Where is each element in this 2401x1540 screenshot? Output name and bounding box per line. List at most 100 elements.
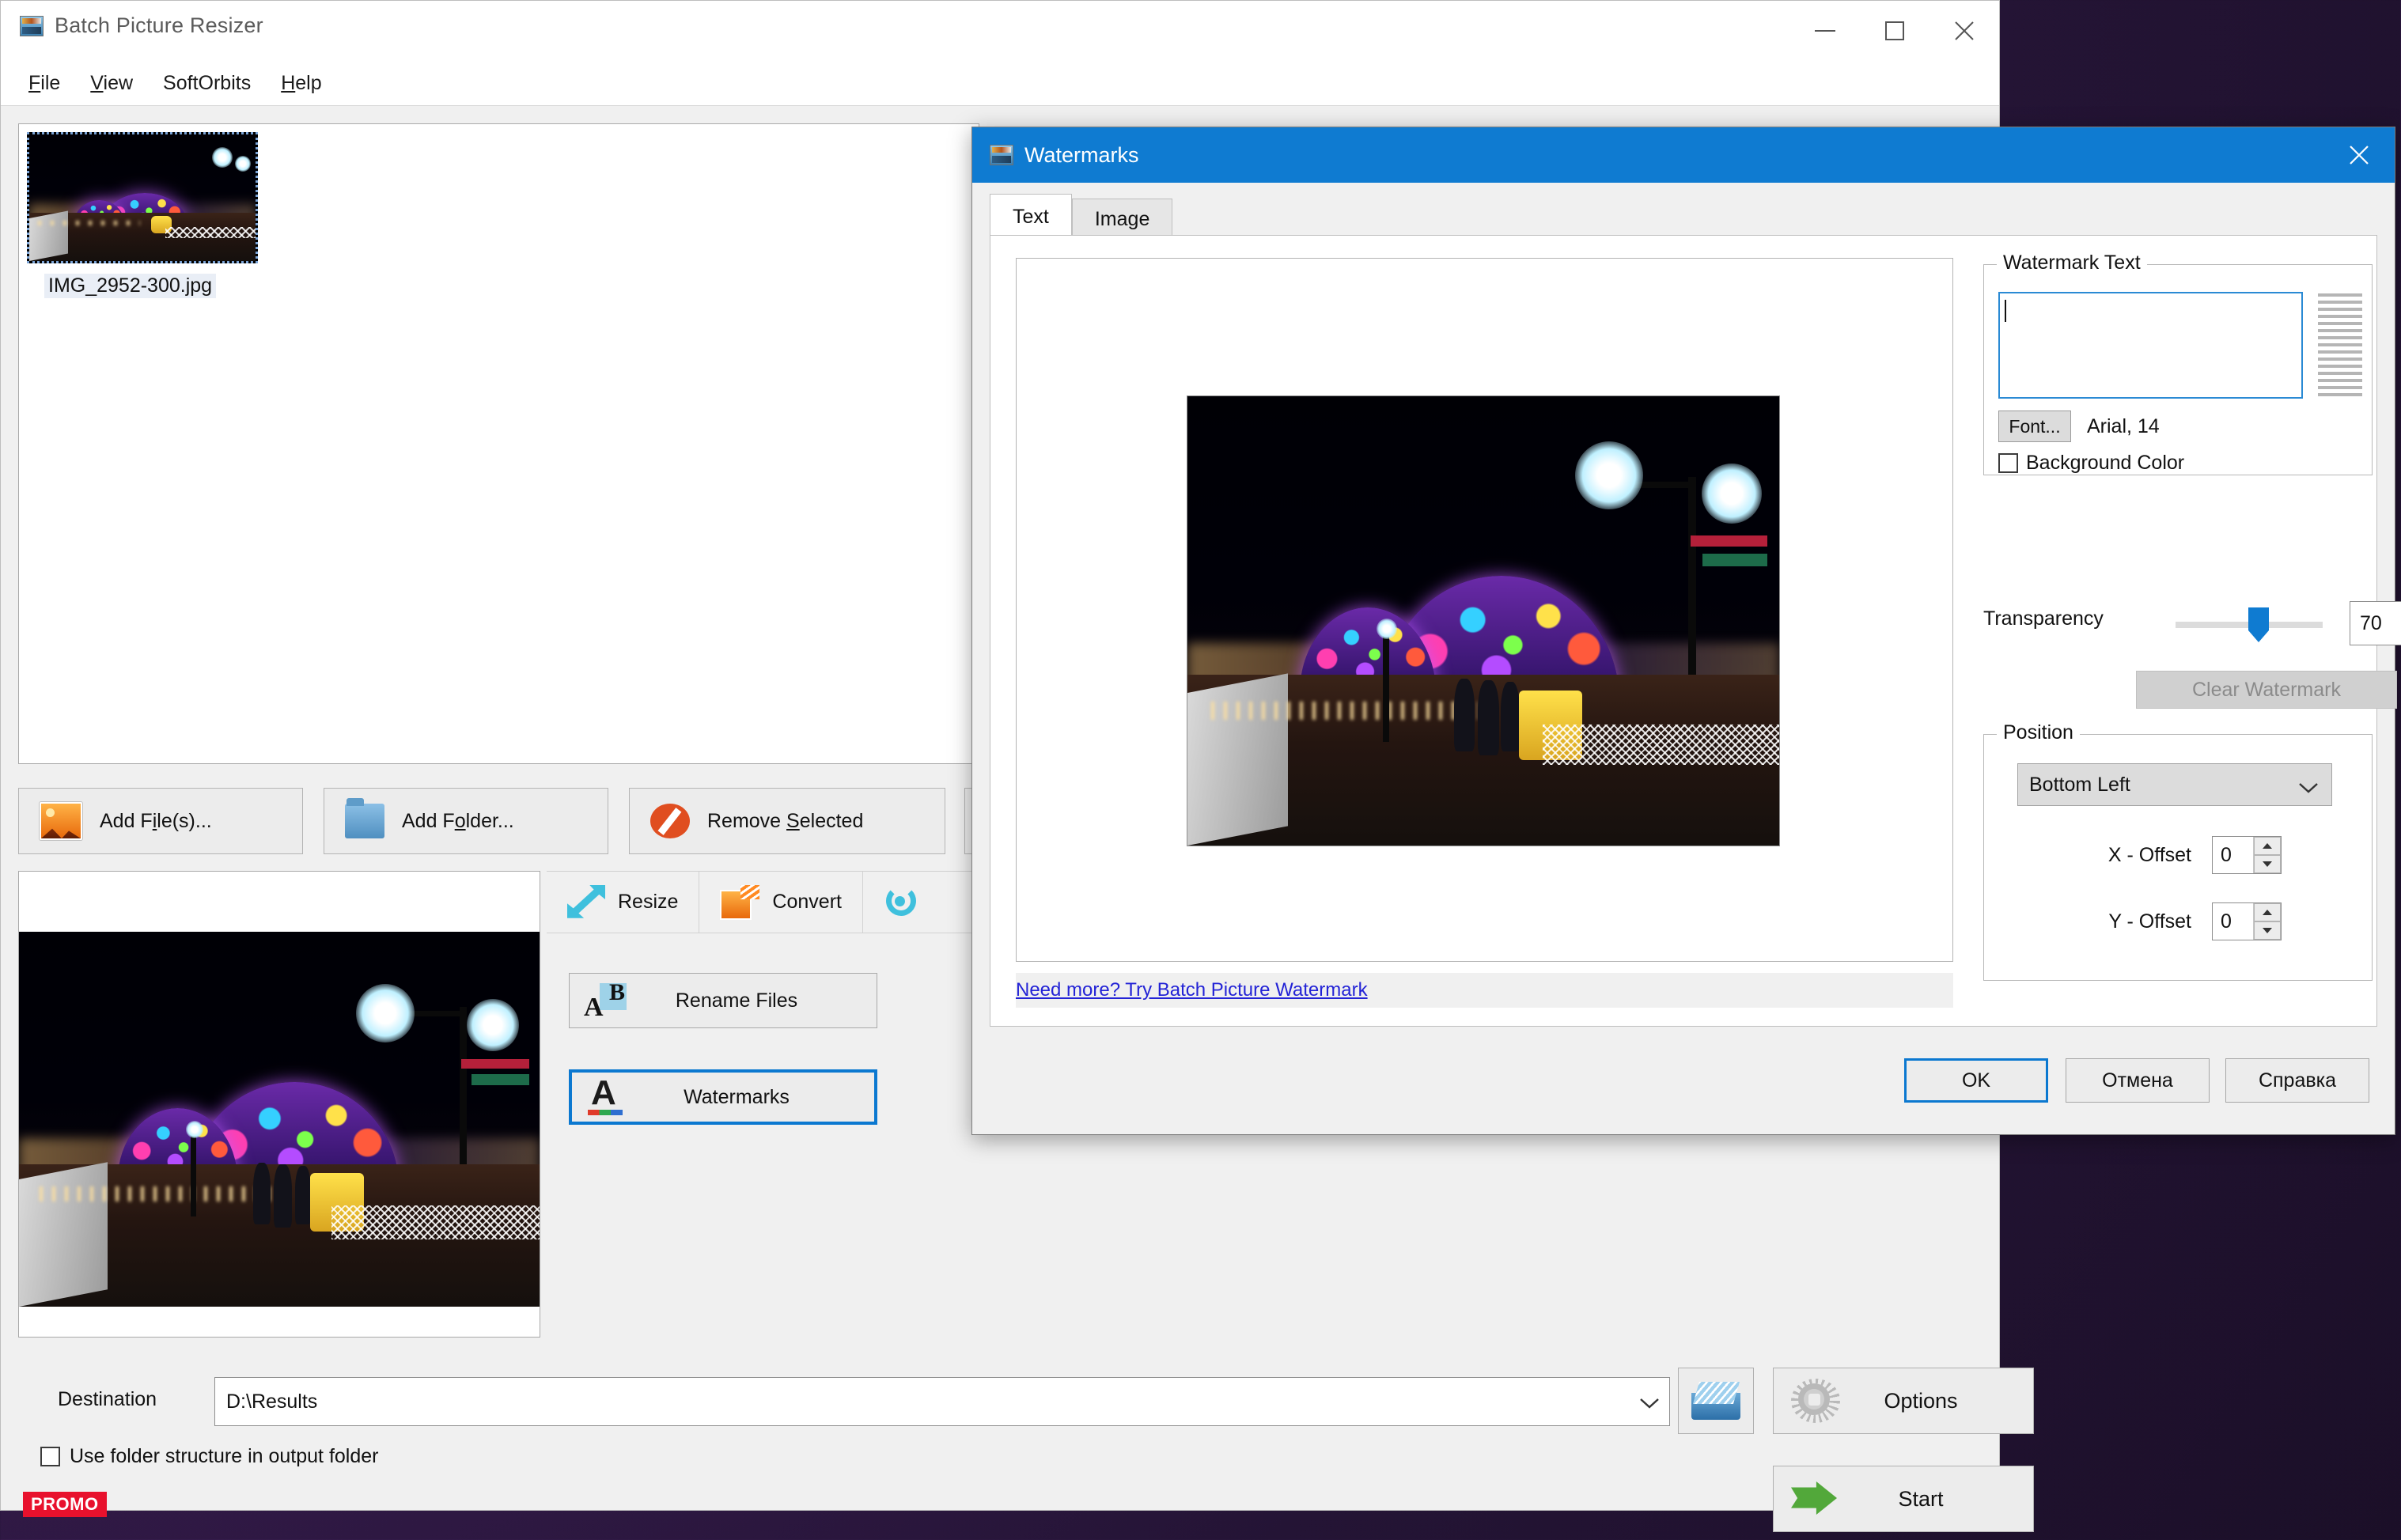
y-offset-label: Y - Offset [2108,910,2191,933]
use-folder-structure-checkbox[interactable] [40,1447,60,1466]
destination-input[interactable]: D:\Results [214,1377,1670,1426]
menu-item-view[interactable]: View [77,67,146,100]
use-folder-structure-label: Use folder structure in output folder [70,1445,379,1467]
need-more-link[interactable]: Need more? Try Batch Picture Watermark [1016,979,1368,1001]
watermark-preview-image [1187,395,1780,846]
transparency-label: Transparency [1983,607,2104,630]
options-label: Options [1884,1388,1958,1413]
menu-item-file[interactable]: File [15,67,74,100]
minimize-icon [1815,30,1835,32]
add-folder-button[interactable]: Add Folder... [324,788,608,854]
minimize-button[interactable] [1790,1,1860,61]
add-files-button[interactable]: Add File(s)... [18,788,303,854]
menu-item-file-label-rest: ile [40,71,61,94]
dialog-title: Watermarks [1024,142,1139,167]
green-arrow-icon [1791,1477,1840,1521]
caret-up-icon [2263,843,2272,849]
maximize-icon [1885,21,1904,40]
chevron-down-icon[interactable] [1639,1392,1660,1415]
open-folder-icon [1691,1382,1740,1420]
close-icon [1955,21,1974,40]
position-group: Position Bottom Left X - Offset 0 Y - Of… [1983,721,2373,981]
remove-selected-label: Remove Selected [707,809,864,832]
transparency-slider[interactable] [2176,607,2323,642]
menu-bar: File View SoftOrbits Help [1,61,1999,106]
tab-resize-label: Resize [618,891,679,913]
browse-destination-button[interactable] [1678,1368,1754,1434]
transparency-slider-thumb[interactable] [2248,607,2269,642]
close-button[interactable] [1930,1,1999,61]
y-offset-up-button[interactable] [2254,903,2281,921]
ok-button[interactable]: OK [1904,1058,2048,1103]
watermark-preview-frame[interactable] [1016,258,1953,962]
file-list[interactable]: IMG_2952-300.jpg [18,123,979,764]
rotate-icon [884,885,922,920]
chevron-down-icon[interactable] [2298,777,2319,800]
menu-item-softorbits[interactable]: SoftOrbits [150,67,264,100]
tab-image[interactable]: Image [1071,199,1173,240]
transparency-value-input[interactable]: 70 [2350,601,2401,645]
tab-text[interactable]: Text [990,194,1072,240]
source-preview-pane [18,871,540,1338]
position-select[interactable]: Bottom Left [2017,763,2332,806]
dialog-title-bar: Watermarks [972,127,2395,183]
x-offset-stepper[interactable]: 0 [2212,836,2282,874]
watermark-text-legend: Watermark Text [1997,252,2147,274]
font-button[interactable]: Font... [1998,411,2071,442]
picture-app-icon [20,15,44,36]
caret-down-icon [2263,928,2272,933]
file-toolbar: Add File(s)... Add Folder... Remove Sele… [18,788,1059,856]
x-offset-up-button[interactable] [2254,837,2281,855]
options-button[interactable]: Options [1773,1368,2034,1434]
background-color-label: Background Color [2026,452,2185,474]
remove-selected-button[interactable]: Remove Selected [629,788,945,854]
transparency-value: 70 [2360,611,2382,634]
gear-icon [1791,1379,1840,1423]
background-color-checkbox[interactable] [1998,453,2018,473]
file-thumbnail[interactable] [27,132,258,263]
use-folder-structure-row[interactable]: Use folder structure in output folder [40,1445,378,1468]
no-entry-icon [650,804,690,838]
y-offset-down-button[interactable] [2254,921,2281,940]
watermark-text-group: Watermark Text Font... Arial, 14 Backgro… [1983,252,2373,475]
start-button[interactable]: Start [1773,1466,2034,1532]
need-more-bar: Need more? Try Batch Picture Watermark [1016,973,1953,1008]
y-offset-value: 0 [2221,910,2232,933]
destination-value: D:\Results [226,1390,318,1413]
x-offset-row: X - Offset 0 [2017,836,2282,874]
resize-arrows-icon [567,885,605,920]
add-photo-icon [40,802,82,840]
window-title: Batch Picture Resizer [55,13,263,37]
watermarks-label: Watermarks [684,1085,790,1108]
rename-files-button[interactable]: AB Rename Files [569,973,877,1028]
rename-files-label: Rename Files [675,989,798,1012]
folder-icon [345,798,384,838]
caret-up-icon [2263,910,2272,915]
clear-watermark-button[interactable]: Clear Watermark [2136,671,2397,709]
dialog-footer: OK Отмена Справка [972,1027,2395,1134]
title-bar-left: Batch Picture Resizer [20,13,263,38]
background-color-row[interactable]: Background Color [1998,452,2184,475]
help-button[interactable]: Справка [2225,1058,2369,1103]
list-item[interactable]: IMG_2952-300.jpg [27,132,264,298]
text-caret [2005,300,2006,322]
text-lines-icon [2318,293,2362,398]
close-icon [2350,146,2369,165]
watermark-a-icon: A [586,1076,631,1116]
dialog-tabstrip: Text Image [990,194,1173,240]
dialog-close-button[interactable] [2323,127,2395,183]
title-bar: Batch Picture Resizer [1,1,1999,62]
watermark-text-input[interactable] [1998,292,2303,399]
tab-resize[interactable]: Resize [547,872,700,933]
maximize-button[interactable] [1860,1,1930,61]
promo-badge[interactable]: PROMO [23,1492,107,1517]
x-offset-down-button[interactable] [2254,855,2281,873]
cancel-button[interactable]: Отмена [2066,1058,2210,1103]
file-name-label: IMG_2952-300.jpg [44,274,217,298]
picture-app-icon [990,145,1013,165]
tab-convert[interactable]: Convert [699,872,863,933]
watermarks-button[interactable]: A Watermarks [569,1069,877,1125]
convert-photo-icon [720,884,760,920]
y-offset-stepper[interactable]: 0 [2212,902,2282,940]
menu-item-help[interactable]: Help [267,67,335,100]
